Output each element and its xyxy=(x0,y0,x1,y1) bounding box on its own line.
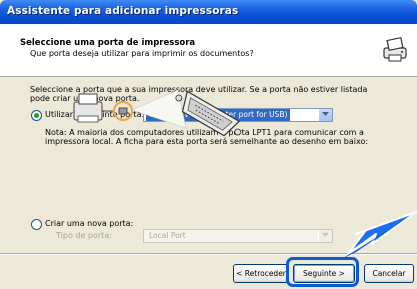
printer-wizard-icon xyxy=(383,36,407,62)
chevron-down-icon xyxy=(322,233,329,237)
use-port-radio[interactable] xyxy=(31,110,42,121)
new-port-radio[interactable] xyxy=(31,219,42,230)
wizard-header: Seleccione uma porta de impressora Que p… xyxy=(0,24,417,77)
new-port-label[interactable]: Criar uma nova porta: xyxy=(45,219,133,228)
title-bar[interactable]: Assistente para adicionar impressoras xyxy=(0,0,417,24)
chevron-down-icon xyxy=(322,112,329,116)
radio-selected-dot xyxy=(34,113,39,118)
back-button[interactable]: < Retroceder xyxy=(233,264,289,283)
port-type-label: Tipo de porta: xyxy=(56,231,112,240)
header-title: Seleccione uma porta de impressora xyxy=(20,38,196,48)
port-type-dropdown-button[interactable] xyxy=(318,230,332,242)
header-subtitle: Que porta deseja utilizar para imprimir … xyxy=(30,49,254,58)
printer-icon xyxy=(73,93,115,123)
port-select-dropdown-button[interactable] xyxy=(318,109,332,121)
port-type-select[interactable]: Local Port xyxy=(143,229,333,243)
port-type-value: Local Port xyxy=(149,231,186,240)
pointer-arrow-icon xyxy=(340,211,417,260)
lpt-connector-illustration xyxy=(73,89,242,137)
add-printer-wizard-window: Assistente para adicionar impressoras Se… xyxy=(0,0,417,289)
window-title: Assistente para adicionar impressoras xyxy=(7,5,239,17)
